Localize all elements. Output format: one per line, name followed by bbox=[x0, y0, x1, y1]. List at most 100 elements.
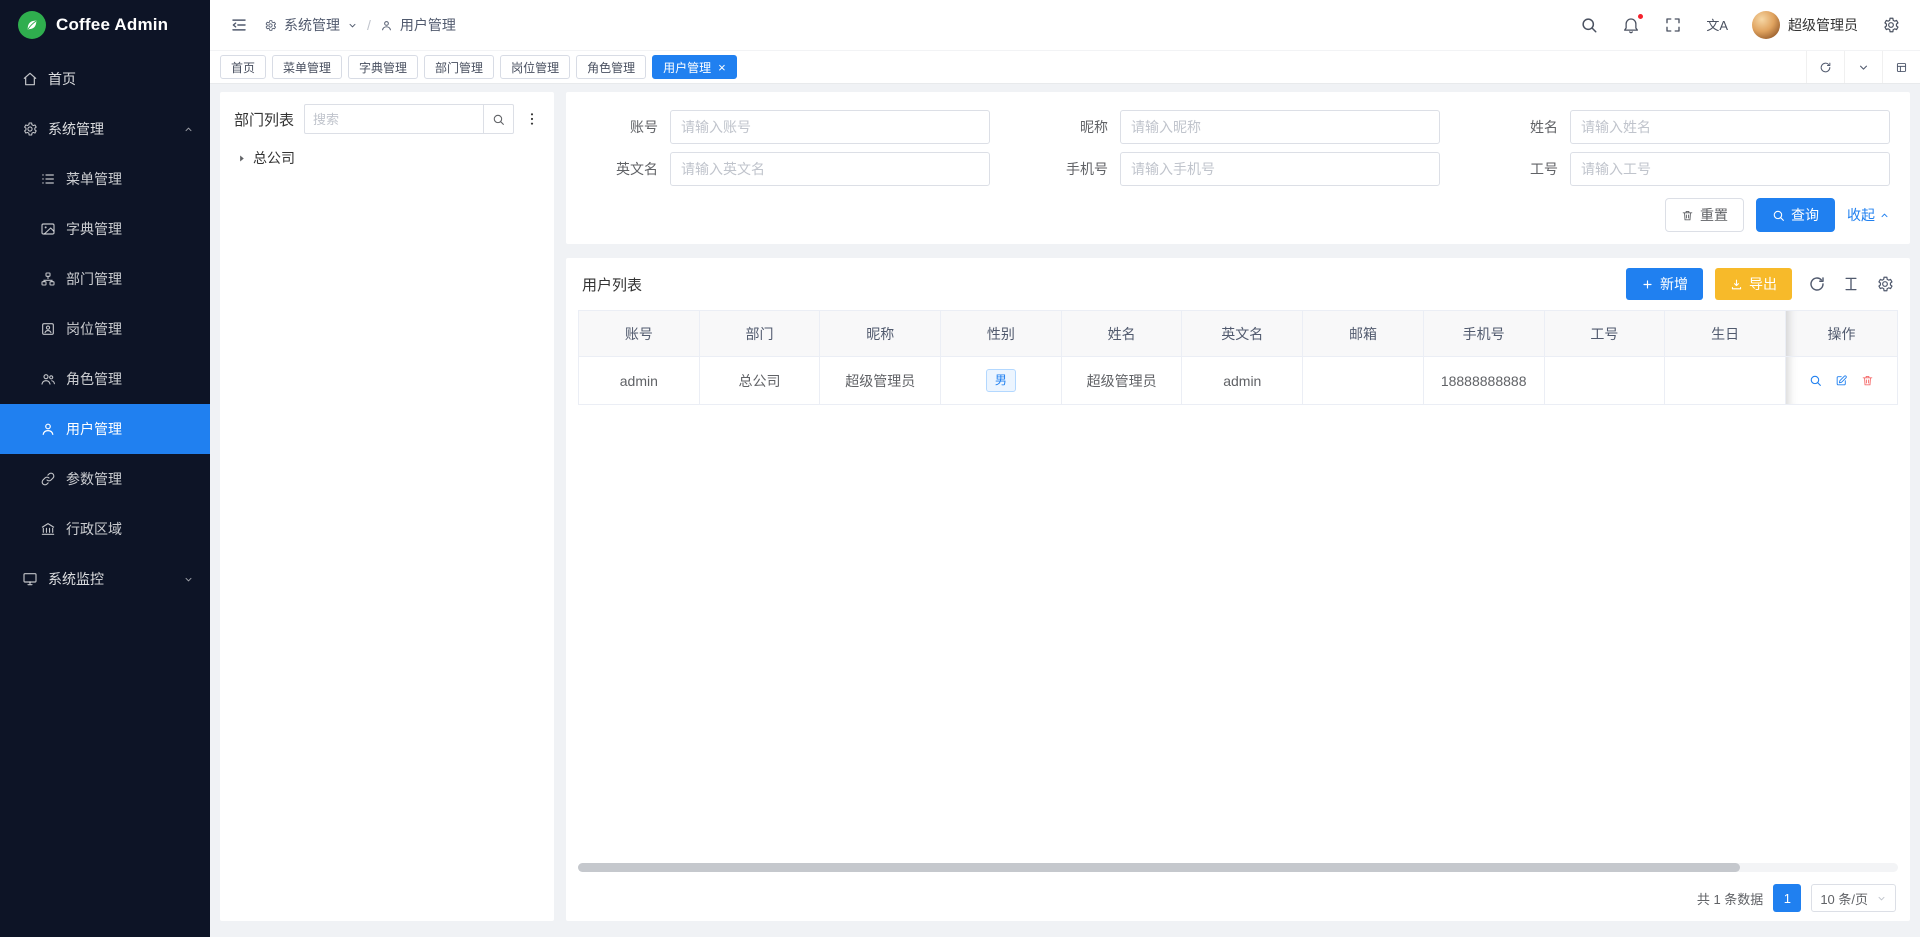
menu-fold-button[interactable] bbox=[230, 16, 248, 34]
col-workno: 工号 bbox=[1544, 311, 1665, 357]
breadcrumb-system-management[interactable]: 系统管理 bbox=[284, 15, 340, 35]
table-row[interactable]: admin 总公司 超级管理员 男 超级管理员 admin 1888888888… bbox=[579, 357, 1898, 405]
total-count-label: 共 1 条数据 bbox=[1697, 889, 1763, 908]
tab-label: 部门管理 bbox=[435, 59, 483, 76]
table-horizontal-scrollbar[interactable] bbox=[578, 863, 1898, 872]
col-email: 邮箱 bbox=[1303, 311, 1424, 357]
scrollbar-thumb[interactable] bbox=[578, 863, 1740, 872]
cell-name: 超级管理员 bbox=[1061, 357, 1182, 405]
tab-role-management[interactable]: 角色管理 bbox=[576, 55, 646, 79]
cell-nickname: 超级管理员 bbox=[820, 357, 941, 405]
sidebar-item-label: 首页 bbox=[48, 69, 76, 89]
app-title: Coffee Admin bbox=[56, 15, 168, 35]
filter-actions: 重置 查询 收起 bbox=[586, 198, 1890, 232]
reset-button-label: 重置 bbox=[1700, 205, 1728, 225]
tabs-dropdown-button[interactable] bbox=[1844, 51, 1882, 83]
sidebar-item-user-management[interactable]: 用户管理 bbox=[0, 404, 210, 454]
tab-home[interactable]: 首页 bbox=[220, 55, 266, 79]
tree-item-label: 总公司 bbox=[253, 148, 295, 168]
sidebar-item-post-management[interactable]: 岗位管理 bbox=[0, 304, 210, 354]
trash-icon bbox=[1681, 209, 1694, 222]
field-label: 英文名 bbox=[586, 159, 658, 179]
reset-button[interactable]: 重置 bbox=[1665, 198, 1744, 232]
table-settings-button[interactable] bbox=[1876, 275, 1894, 293]
sidebar-item-label: 系统管理 bbox=[48, 119, 104, 139]
sidebar-item-role-management[interactable]: 角色管理 bbox=[0, 354, 210, 404]
query-button[interactable]: 查询 bbox=[1756, 198, 1835, 232]
sidebar-item-system-management[interactable]: 系统管理 bbox=[0, 104, 210, 154]
collapse-link[interactable]: 收起 bbox=[1847, 205, 1890, 225]
gender-tag: 男 bbox=[986, 369, 1016, 392]
col-gender: 性别 bbox=[941, 311, 1062, 357]
department-search-button[interactable] bbox=[484, 104, 514, 134]
avatar bbox=[1752, 11, 1780, 39]
id-badge-icon bbox=[40, 321, 56, 337]
filter-phone-input[interactable] bbox=[1120, 152, 1440, 186]
tab-post-management[interactable]: 岗位管理 bbox=[500, 55, 570, 79]
view-button[interactable] bbox=[1809, 374, 1822, 387]
filter-workno-input[interactable] bbox=[1570, 152, 1890, 186]
sidebar-item-param-management[interactable]: 参数管理 bbox=[0, 454, 210, 504]
page-size-select[interactable]: 10 条/页 bbox=[1811, 884, 1896, 912]
sidebar-item-label: 字典管理 bbox=[66, 219, 122, 239]
cell-birthday bbox=[1665, 357, 1786, 405]
settings-button[interactable] bbox=[1882, 16, 1900, 34]
translate-icon[interactable]: 文A bbox=[1706, 19, 1728, 32]
sidebar-item-label: 菜单管理 bbox=[66, 169, 122, 189]
add-user-button[interactable]: 新增 bbox=[1626, 268, 1703, 300]
sidebar-item-home[interactable]: 首页 bbox=[0, 54, 210, 104]
page-1-button[interactable]: 1 bbox=[1773, 884, 1801, 912]
field-label: 昵称 bbox=[1036, 117, 1108, 137]
department-panel: 部门列表 总公司 bbox=[220, 92, 554, 921]
delete-button[interactable] bbox=[1861, 374, 1874, 387]
col-nickname: 昵称 bbox=[820, 311, 941, 357]
department-search-input[interactable] bbox=[304, 104, 484, 134]
sidebar-item-menu-management[interactable]: 菜单管理 bbox=[0, 154, 210, 204]
sidebar-item-label: 系统监控 bbox=[48, 569, 104, 589]
tree-item-head-office[interactable]: 总公司 bbox=[234, 148, 540, 168]
filter-account-input[interactable] bbox=[670, 110, 990, 144]
col-department: 部门 bbox=[699, 311, 820, 357]
sidebar-item-system-monitor[interactable]: 系统监控 bbox=[0, 554, 210, 604]
tab-label: 字典管理 bbox=[359, 59, 407, 76]
list-icon bbox=[40, 171, 56, 187]
filter-nickname-input[interactable] bbox=[1120, 110, 1440, 144]
tab-menu-management[interactable]: 菜单管理 bbox=[272, 55, 342, 79]
sidebar-item-dept-management[interactable]: 部门管理 bbox=[0, 254, 210, 304]
department-more-button[interactable] bbox=[524, 111, 540, 127]
edit-button[interactable] bbox=[1835, 374, 1848, 387]
gear-icon bbox=[22, 121, 38, 137]
user-menu[interactable]: 超级管理员 bbox=[1752, 11, 1858, 39]
tab-dept-management[interactable]: 部门管理 bbox=[424, 55, 494, 79]
add-button-label: 新增 bbox=[1660, 274, 1688, 294]
tab-close-icon[interactable]: × bbox=[718, 61, 726, 74]
export-button[interactable]: 导出 bbox=[1715, 268, 1792, 300]
tab-label: 角色管理 bbox=[587, 59, 635, 76]
tab-dict-management[interactable]: 字典管理 bbox=[348, 55, 418, 79]
breadcrumb: 系统管理 / 用户管理 bbox=[264, 15, 456, 35]
field-label: 工号 bbox=[1486, 159, 1558, 179]
tab-user-management[interactable]: 用户管理 × bbox=[652, 55, 737, 79]
sidebar-menu: 首页 系统管理 菜单管理 字典管理 部门管理 岗位管理 bbox=[0, 50, 210, 937]
tabs-refresh-button[interactable] bbox=[1806, 51, 1844, 83]
tab-label: 菜单管理 bbox=[283, 59, 331, 76]
sidebar-item-label: 行政区域 bbox=[66, 519, 122, 539]
content: 部门列表 总公司 账号 bbox=[210, 84, 1920, 937]
sidebar-item-label: 部门管理 bbox=[66, 269, 122, 289]
filter-name-input[interactable] bbox=[1570, 110, 1890, 144]
sidebar-item-label: 岗位管理 bbox=[66, 319, 122, 339]
field-label: 手机号 bbox=[1036, 159, 1108, 179]
notification-button[interactable] bbox=[1622, 16, 1640, 34]
sidebar-item-region-management[interactable]: 行政区域 bbox=[0, 504, 210, 554]
search-icon bbox=[1772, 209, 1785, 222]
sidebar-item-dict-management[interactable]: 字典管理 bbox=[0, 204, 210, 254]
fullscreen-button[interactable] bbox=[1664, 16, 1682, 34]
filter-english-name-input[interactable] bbox=[670, 152, 990, 186]
search-button[interactable] bbox=[1580, 16, 1598, 34]
table-density-button[interactable] bbox=[1842, 275, 1860, 293]
cell-gender: 男 bbox=[941, 357, 1062, 405]
table-refresh-button[interactable] bbox=[1808, 275, 1826, 293]
notification-dot bbox=[1637, 13, 1644, 20]
filter-field-english-name: 英文名 bbox=[586, 152, 990, 186]
tabs-layout-button[interactable] bbox=[1882, 51, 1920, 83]
